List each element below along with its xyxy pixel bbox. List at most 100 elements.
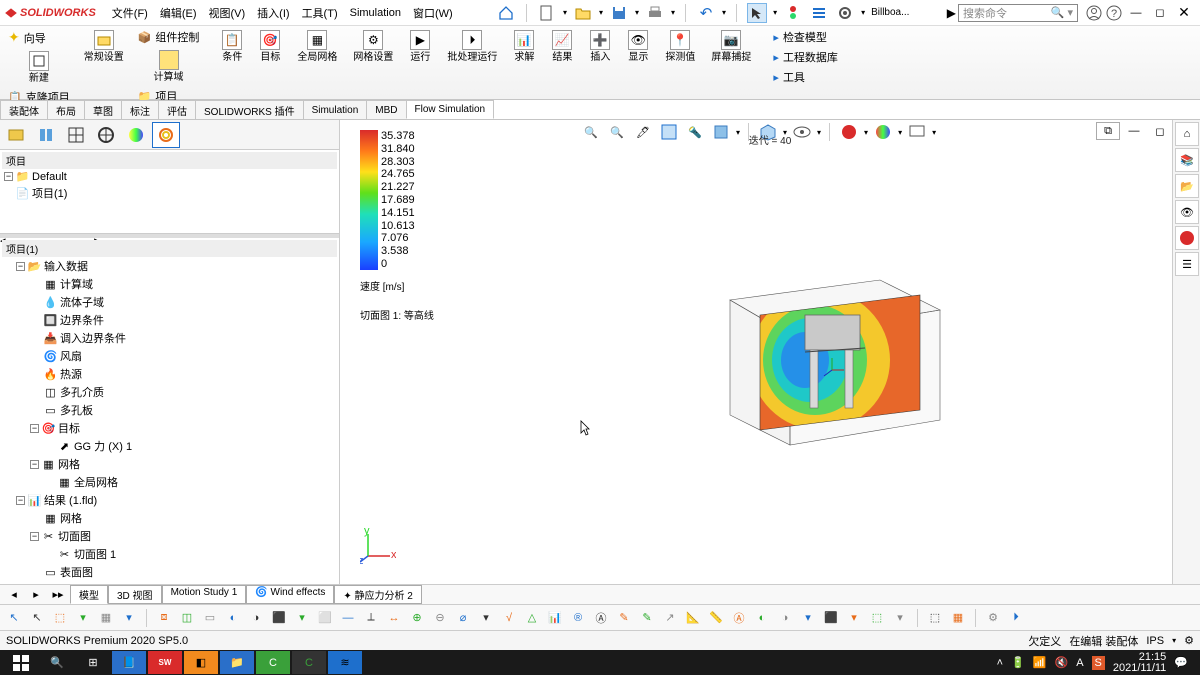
comp-domain-button[interactable]: 计算域 xyxy=(136,48,202,85)
tool-icon-37[interactable]: ▾ xyxy=(844,608,864,628)
tree-node-全局网格[interactable]: ▦全局网格 xyxy=(2,473,337,491)
general-settings-button[interactable]: 常规设置 xyxy=(80,28,128,97)
tab-SOLIDWORKS 插件[interactable]: SOLIDWORKS 插件 xyxy=(195,100,304,119)
ribbon-结果[interactable]: 📈结果 xyxy=(547,28,577,97)
menu-view[interactable]: 视图(V) xyxy=(203,5,252,21)
tree-node-流体子域[interactable]: 💧流体子域 xyxy=(2,293,337,311)
tree-node-热源[interactable]: 🔥热源 xyxy=(2,365,337,383)
tab-scroll-end[interactable]: ▸▸ xyxy=(48,585,68,605)
tab-Flow Simulation[interactable]: Flow Simulation xyxy=(406,100,495,119)
print-icon[interactable] xyxy=(645,3,665,23)
ribbon-屏幕捕捉[interactable]: 📷屏幕捕捉 xyxy=(707,28,755,97)
ribbon-全局网格[interactable]: ▦全局网格 xyxy=(293,28,341,97)
ribbon-工程数据库[interactable]: ▸工程数据库 xyxy=(771,48,840,66)
tool-icon-1[interactable]: ↖ xyxy=(27,608,47,628)
ribbon-网格设置[interactable]: ⚙网格设置 xyxy=(349,28,397,97)
tab-标注[interactable]: 标注 xyxy=(121,100,159,119)
zoom-area-icon[interactable]: 🔍 xyxy=(606,121,628,143)
view-settings-icon[interactable] xyxy=(906,121,928,143)
traffic-light-icon[interactable] xyxy=(783,3,803,23)
tool-icon-39[interactable]: ▾ xyxy=(890,608,910,628)
tray-lang-icon[interactable]: A xyxy=(1076,657,1083,669)
menu-window[interactable]: 窗口(W) xyxy=(407,5,459,21)
tree-node-表面图[interactable]: ▭表面图 xyxy=(2,563,337,581)
tree-default-node[interactable]: −📁Default xyxy=(2,169,337,184)
menu-edit[interactable]: 编辑(E) xyxy=(154,5,203,21)
tray-battery-icon[interactable]: 🔋 xyxy=(1011,656,1025,669)
panel-tab-render[interactable] xyxy=(122,122,150,148)
status-extra-icon[interactable]: ⚙ xyxy=(1184,634,1194,647)
tool-icon-34[interactable]: ◑ xyxy=(775,608,795,628)
tool-icon-19[interactable]: ⊖ xyxy=(430,608,450,628)
orientation-icon[interactable] xyxy=(710,121,732,143)
tray-notifications-icon[interactable]: 💬 xyxy=(1174,656,1188,669)
task-app6[interactable]: C xyxy=(292,651,326,674)
tab-scroll-right[interactable]: ▸ xyxy=(26,585,46,605)
tool-icon-17[interactable]: ↔ xyxy=(384,608,404,628)
ribbon-求解[interactable]: 📊求解 xyxy=(509,28,539,97)
tree-node-多孔介质[interactable]: ◫多孔介质 xyxy=(2,383,337,401)
ribbon-批处理运行[interactable]: ⏵批处理运行 xyxy=(443,28,501,97)
tray-up-icon[interactable]: ˄ xyxy=(997,657,1003,669)
graphics-viewport[interactable]: 🔍 🔍 🖊 🔦 ▾ ▾ ▾ ▾ ▾ ▾ ⧉ ― ◻ ✕ 迭代 = 40 35.3… xyxy=(340,120,1200,584)
ribbon-检查模型[interactable]: ▸检查模型 xyxy=(771,28,840,46)
panel-tab-appearance[interactable] xyxy=(92,122,120,148)
tool-icon-18[interactable]: ⊕ xyxy=(407,608,427,628)
tool-icon-5[interactable]: ▾ xyxy=(119,608,139,628)
taskpane-view-icon[interactable]: 👁 xyxy=(1175,200,1199,224)
ribbon-显示[interactable]: 👁显示 xyxy=(623,28,653,97)
tree-node-网格[interactable]: −▦网格 xyxy=(2,455,337,473)
panel-tab-display[interactable] xyxy=(62,122,90,148)
tree-node-计算域[interactable]: ▦计算域 xyxy=(2,275,337,293)
tool-icon-14[interactable]: ⬜ xyxy=(315,608,335,628)
ribbon-目标[interactable]: 🎯目标 xyxy=(255,28,285,97)
tool-icon-9[interactable]: ▭ xyxy=(200,608,220,628)
tool-icon-3[interactable]: ▾ xyxy=(73,608,93,628)
tab-评估[interactable]: 评估 xyxy=(158,100,196,119)
tool-icon-11[interactable]: ◑ xyxy=(246,608,266,628)
tool-icon-20[interactable]: ⌀ xyxy=(453,608,473,628)
tool-icon-22[interactable]: √ xyxy=(499,608,519,628)
close-button[interactable]: ✕ xyxy=(1172,4,1196,22)
tab-布局[interactable]: 布局 xyxy=(47,100,85,119)
tool-icon-7[interactable]: ⧈ xyxy=(154,608,174,628)
help-icon[interactable]: ? xyxy=(1104,3,1124,23)
component-control-button[interactable]: 📦组件控制 xyxy=(136,28,202,46)
tool-icon-36[interactable]: ⬛ xyxy=(821,608,841,628)
tree-node-输入数据[interactable]: −📂输入数据 xyxy=(2,257,337,275)
panel-tab-assembly[interactable] xyxy=(2,122,30,148)
tool-icon-35[interactable]: ▾ xyxy=(798,608,818,628)
tab-Simulation[interactable]: Simulation xyxy=(303,100,368,119)
search-button[interactable]: 🔍 xyxy=(40,651,74,674)
task-app3[interactable]: ◧ xyxy=(184,651,218,674)
vp-min-button[interactable]: ― xyxy=(1122,122,1146,140)
tree-node-边界条件[interactable]: 🔲边界条件 xyxy=(2,311,337,329)
ribbon-条件[interactable]: 📋条件 xyxy=(217,28,247,97)
command-search-input[interactable]: 搜索命令 🔍 ▾ xyxy=(958,4,1078,22)
options-list-icon[interactable] xyxy=(809,3,829,23)
new-project-button[interactable]: 新建 xyxy=(6,49,72,86)
model-tab-Wind effects[interactable]: 🌀 Wind effects xyxy=(246,585,334,604)
tree-node-GG 力 (X) 1[interactable]: ⬈GG 力 (X) 1 xyxy=(2,437,337,455)
wizard-button[interactable]: ✦向导 xyxy=(6,28,72,47)
orientation-triad[interactable]: x y z xyxy=(360,528,396,564)
tool-icon-12[interactable]: ⬛ xyxy=(269,608,289,628)
home-icon[interactable] xyxy=(496,3,516,23)
tool-icon-21[interactable]: ▾ xyxy=(476,608,496,628)
panel-tab-config[interactable] xyxy=(32,122,60,148)
task-app5[interactable]: C xyxy=(256,651,290,674)
wand-icon[interactable]: 🖊 xyxy=(632,121,654,143)
tool-icon-16[interactable]: ⟂ xyxy=(361,608,381,628)
task-app1[interactable]: 📘 xyxy=(112,651,146,674)
task-app7[interactable]: ≋ xyxy=(328,651,362,674)
tree-node-结果 (1.fld)[interactable]: −📊结果 (1.fld) xyxy=(2,491,337,509)
open-icon[interactable] xyxy=(573,3,593,23)
vp-max-button[interactable]: ◻ xyxy=(1148,122,1172,140)
section-view-icon[interactable] xyxy=(658,121,680,143)
tool-icon-30[interactable]: 📐 xyxy=(683,608,703,628)
tool-icon-28[interactable]: ✎ xyxy=(637,608,657,628)
minimize-button[interactable]: ― xyxy=(1124,4,1148,22)
tool-icon-33[interactable]: ◐ xyxy=(752,608,772,628)
taskview-button[interactable]: ⊞ xyxy=(76,651,110,674)
tree-node-切面图[interactable]: −✂切面图 xyxy=(2,527,337,545)
